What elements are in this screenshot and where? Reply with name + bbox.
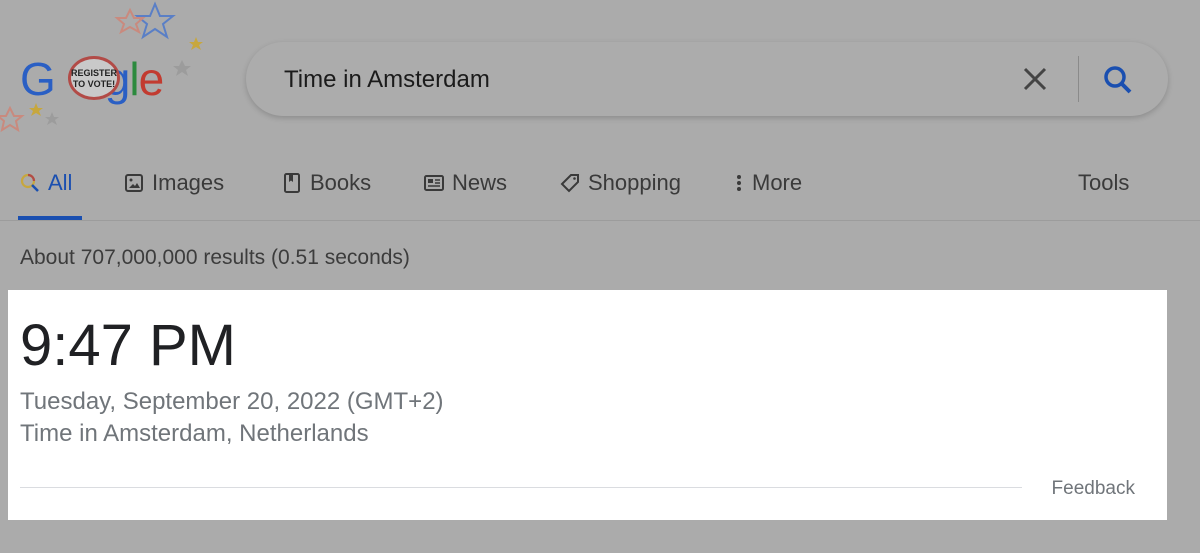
clear-icon[interactable] [1020,64,1050,94]
time-location: Time in Amsterdam, Netherlands [20,420,369,447]
tab-more[interactable]: More [734,170,802,196]
feedback-link[interactable]: Feedback [1052,478,1135,500]
tab-all[interactable]: All [20,170,72,196]
search-input[interactable] [282,62,986,98]
time-result-card: 9:47 PM Tuesday, September 20, 2022 (GMT… [8,290,1167,520]
tab-shopping[interactable]: Shopping [560,170,681,196]
search-divider [1078,56,1079,102]
newspaper-icon [424,175,444,191]
more-vert-icon [737,175,741,191]
image-icon [125,174,143,192]
tools-button[interactable]: Tools [1078,170,1129,196]
current-date: Tuesday, September 20, 2022 (GMT+2) [20,388,444,415]
register-to-vote-badge: REGISTER TO VOTE! [68,56,120,100]
book-icon [284,173,300,193]
tab-news[interactable]: News [424,170,507,196]
active-tab-underline [18,216,82,220]
tag-icon [560,174,579,193]
card-divider [20,487,1022,488]
tab-images[interactable]: Images [124,170,224,196]
search-icon[interactable] [1098,60,1138,100]
tab-books[interactable]: Books [282,170,371,196]
current-time: 9:47 PM [20,313,236,378]
search-multicolor-icon [20,173,39,192]
search-tabs: All Images Books News Shopping More Tool… [0,160,1200,221]
search-bar [246,42,1168,116]
result-stats: About 707,000,000 results (0.51 seconds) [20,246,410,269]
